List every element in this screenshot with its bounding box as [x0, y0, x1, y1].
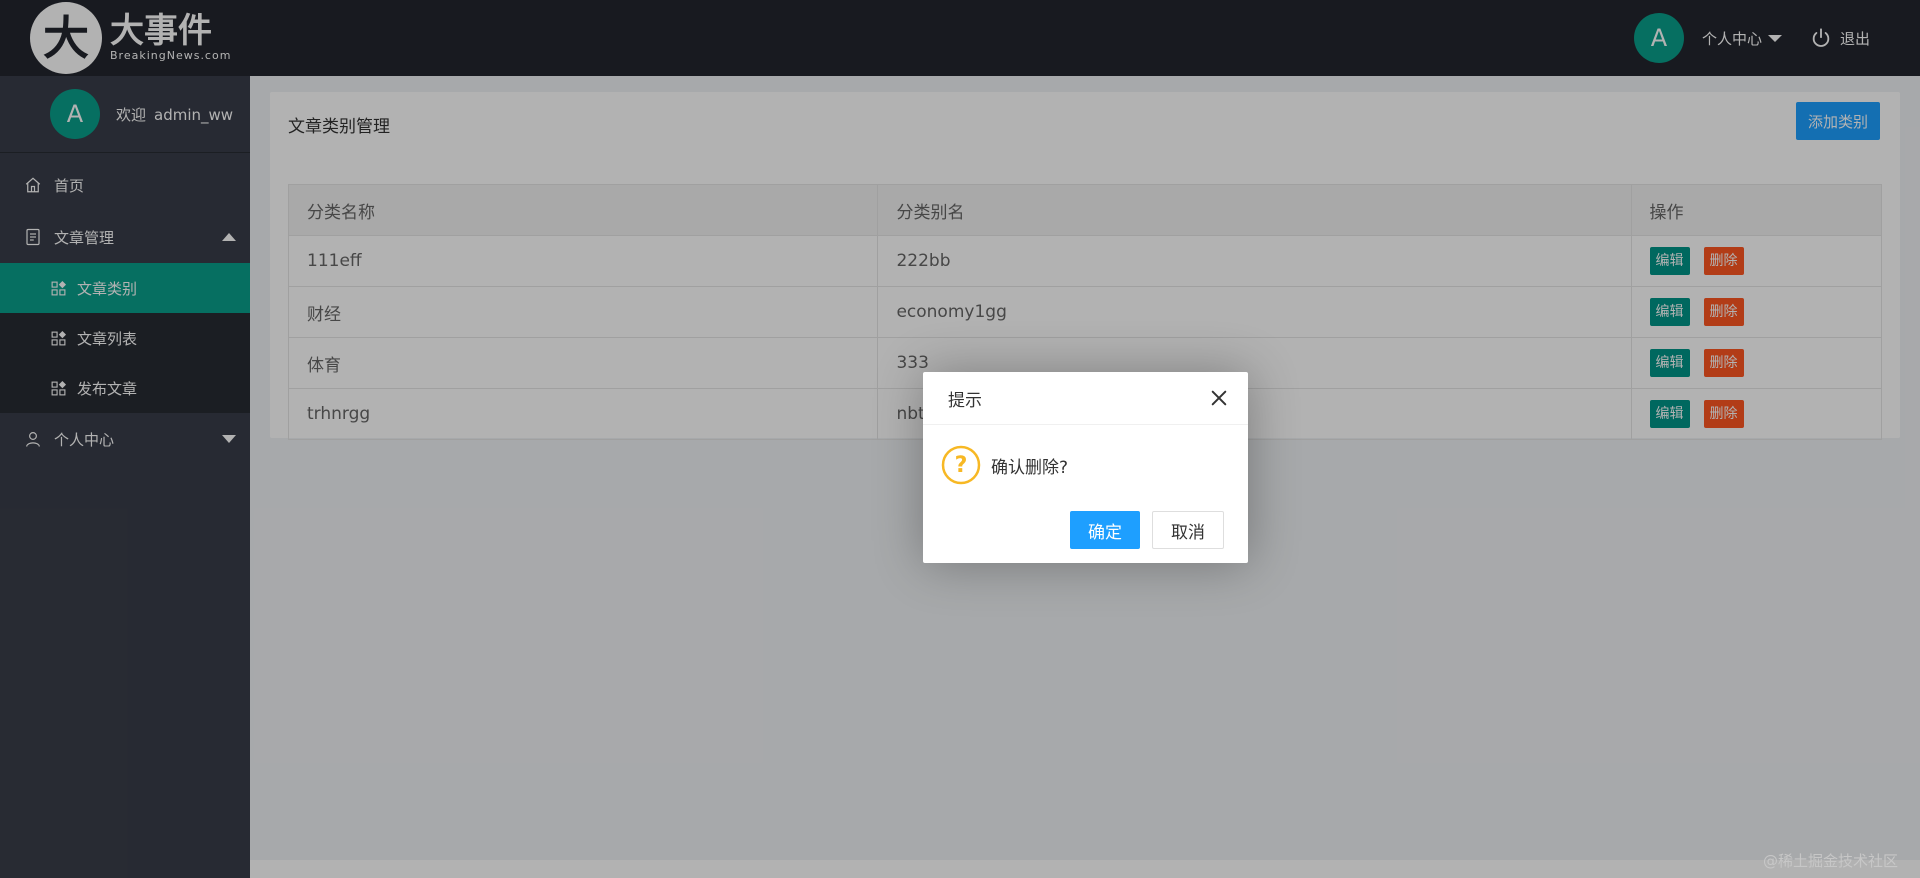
dialog-title: 提示 — [948, 390, 982, 411]
svg-text:?: ? — [955, 453, 968, 478]
watermark: @稀土掘金技术社区 — [1762, 852, 1898, 870]
dialog-body: ? 确认删除? — [941, 445, 1068, 485]
confirm-button[interactable]: 确定 — [1070, 511, 1140, 549]
cancel-button[interactable]: 取消 — [1152, 511, 1224, 549]
question-icon: ? — [941, 445, 981, 485]
confirm-dialog: 提示 ? 确认删除? 确定 取消 — [923, 372, 1248, 563]
dialog-message: 确认删除? — [991, 457, 1069, 478]
close-icon[interactable] — [1210, 389, 1228, 407]
dialog-buttons: 确定 取消 — [1070, 511, 1224, 549]
dialog-header: 提示 — [923, 372, 1248, 425]
